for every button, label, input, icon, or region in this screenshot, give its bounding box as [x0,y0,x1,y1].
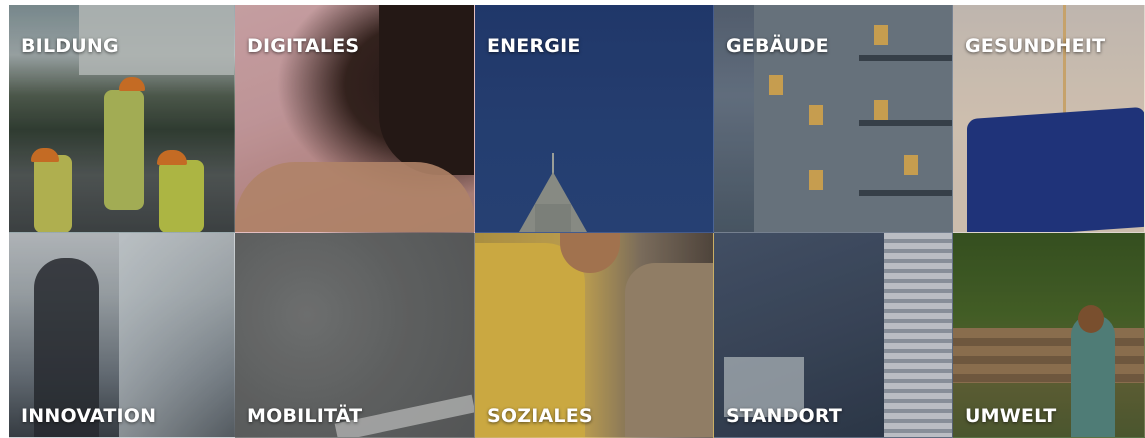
tile-energie[interactable]: ENERGIE [475,5,714,233]
tile-gebaeude-label: GEBÄUDE [726,35,829,57]
category-grid: BILDUNG DIGITALES ENERGIE GEBÄUDE GESUND… [9,5,1145,438]
tile-digitales-image [379,5,474,175]
tile-digitales-label: DIGITALES [247,35,360,57]
tile-innovation[interactable]: INNOVATION [9,233,235,438]
tile-gebaeude[interactable]: GEBÄUDE [714,5,953,233]
tile-umwelt-image [1071,315,1115,437]
tile-bildung[interactable]: BILDUNG [9,5,235,233]
tile-digitales[interactable]: DIGITALES [235,5,475,233]
tile-energie-label: ENERGIE [487,35,581,57]
tile-gesundheit-label: GESUNDHEIT [965,35,1106,57]
tile-soziales-label: SOZIALES [487,405,593,427]
tile-standort[interactable]: STANDORT [714,233,953,438]
tile-innovation-label: INNOVATION [21,405,157,427]
tile-bildung-label: BILDUNG [21,35,119,57]
tile-gesundheit-image [967,106,1144,232]
tile-soziales[interactable]: SOZIALES [475,233,714,438]
tile-standort-image [884,233,952,437]
tile-gesundheit[interactable]: GESUNDHEIT [953,5,1145,233]
tile-standort-label: STANDORT [726,405,843,427]
tile-mobilitaet-label: MOBILITÄT [247,405,363,427]
tile-umwelt[interactable]: UMWELT [953,233,1145,438]
tile-mobilitaet[interactable]: MOBILITÄT [235,233,475,438]
tile-umwelt-label: UMWELT [965,405,1057,427]
